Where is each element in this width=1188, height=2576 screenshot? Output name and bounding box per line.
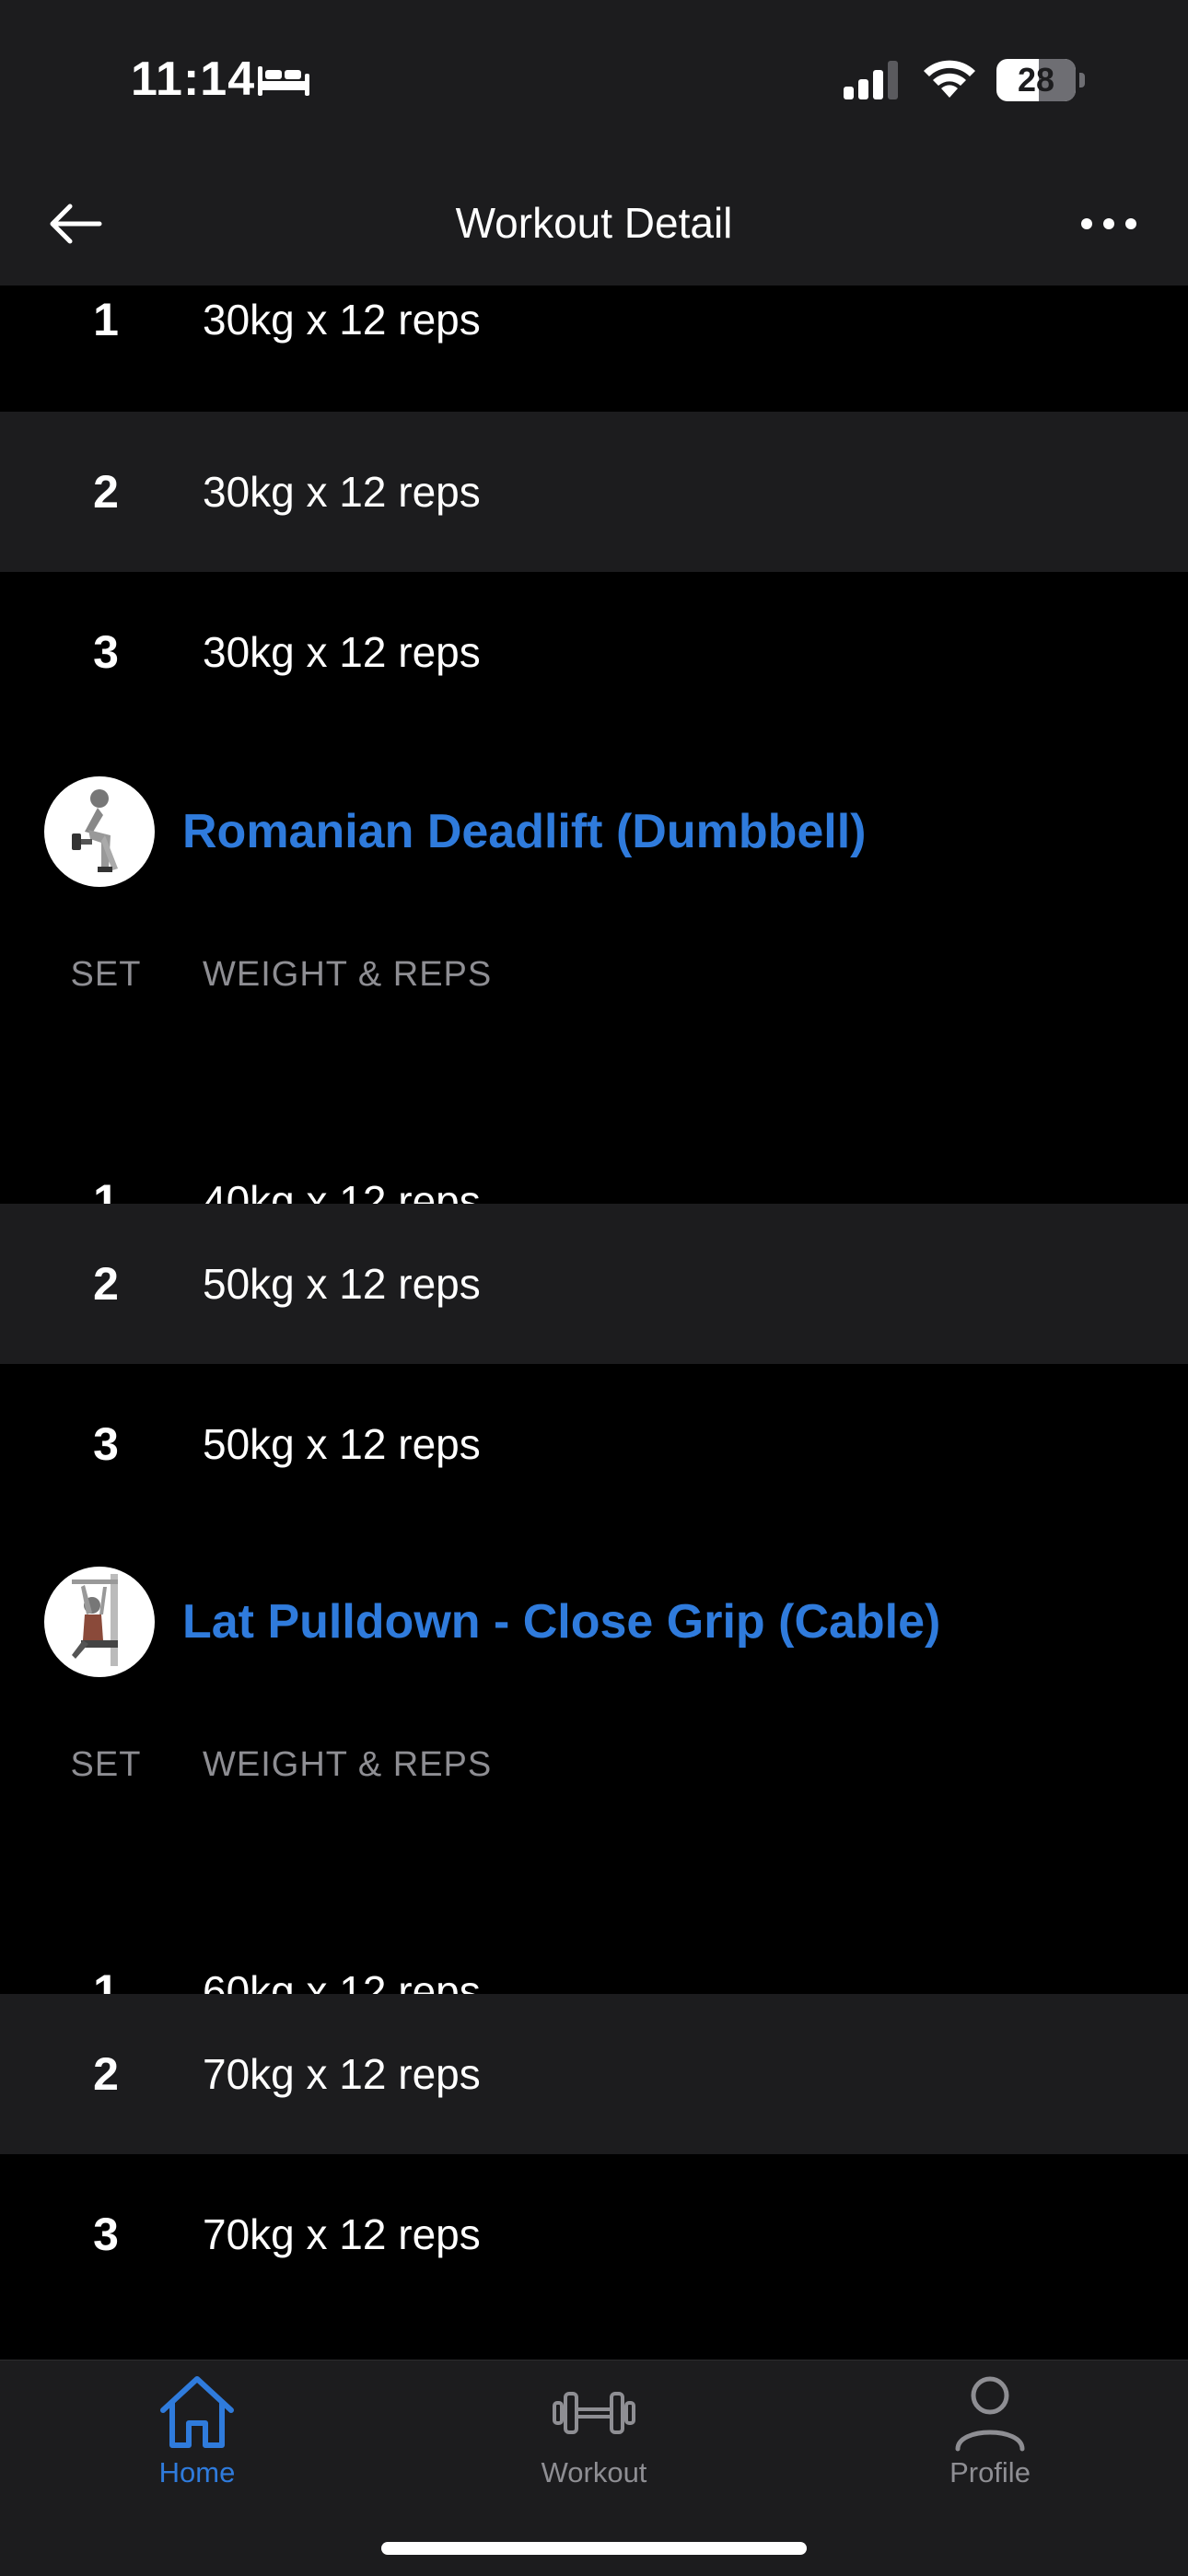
page-title: Workout Detail (455, 199, 733, 247)
set-row: 2 30kg x 12 reps (0, 412, 1188, 572)
column-headers: SET WEIGHT & REPS (0, 1714, 1188, 1815)
set-row: 1 30kg x 12 reps (0, 286, 1188, 400)
set-weight-reps: 70kg x 12 reps (203, 2050, 481, 2098)
deadlift-figure-icon (72, 789, 118, 872)
column-header-set: SET (70, 1745, 142, 1784)
set-number: 2 (93, 2048, 119, 2100)
exercise-header[interactable]: Lat Pulldown - Close Grip (Cable) (0, 1562, 1188, 1682)
tab-profile[interactable]: Profile (852, 2360, 1128, 2508)
set-row: 3 70kg x 12 reps (0, 2154, 1188, 2314)
dumbbell-icon (553, 2392, 635, 2434)
home-icon (160, 2376, 234, 2448)
set-weight-reps: 30kg x 12 reps (203, 468, 481, 516)
person-icon (955, 2376, 1025, 2452)
ellipsis-icon[interactable] (1079, 212, 1138, 236)
navigation-bar: Workout Detail (0, 161, 1188, 286)
tab-label-profile: Profile (949, 2456, 1031, 2489)
set-row: 3 30kg x 12 reps (0, 572, 1188, 732)
set-row: 3 50kg x 12 reps (0, 1364, 1188, 1524)
set-weight-reps: 50kg x 12 reps (203, 1260, 481, 1308)
set-number: 3 (93, 1418, 119, 1470)
tab-home[interactable]: Home (59, 2360, 335, 2508)
column-headers: SET WEIGHT & REPS (0, 924, 1188, 1025)
set-number: 3 (93, 2209, 119, 2260)
tab-workout[interactable]: Workout (456, 2360, 732, 2508)
cellular-signal-icon (844, 61, 898, 99)
set-weight-reps: 70kg x 12 reps (203, 2210, 481, 2258)
battery-level: 28 (1017, 61, 1055, 99)
column-header-weight-reps: WEIGHT & REPS (203, 955, 493, 994)
tab-label-workout: Workout (541, 2456, 647, 2489)
exercise-thumbnail (44, 776, 155, 887)
set-number: 3 (93, 626, 119, 678)
home-indicator[interactable] (381, 2542, 807, 2555)
status-time: 11:14 (131, 52, 256, 106)
set-number: 1 (93, 294, 119, 345)
bed-icon (258, 66, 309, 96)
set-weight-reps: 30kg x 12 reps (203, 296, 481, 344)
battery-icon: 28 (996, 59, 1085, 101)
status-bar: 11:14 28 (0, 0, 1188, 161)
column-header-set: SET (70, 955, 142, 994)
exercise-title[interactable]: Lat Pulldown - Close Grip (Cable) (182, 1562, 940, 1682)
set-number: 2 (93, 1258, 119, 1310)
column-header-weight-reps: WEIGHT & REPS (203, 1745, 493, 1784)
set-row: 2 70kg x 12 reps (0, 1994, 1188, 2154)
set-row: 2 50kg x 12 reps (0, 1204, 1188, 1364)
set-weight-reps: 50kg x 12 reps (203, 1420, 481, 1468)
workout-content[interactable]: 1 30kg x 12 reps 2 30kg x 12 reps 3 30kg… (0, 286, 1188, 2360)
tab-label-home: Home (158, 2456, 236, 2489)
exercise-thumbnail (44, 1567, 155, 1677)
arrow-left-icon[interactable] (48, 203, 103, 245)
set-weight-reps: 30kg x 12 reps (203, 628, 481, 676)
exercise-title[interactable]: Romanian Deadlift (Dumbbell) (182, 772, 866, 892)
wifi-icon (924, 60, 975, 98)
set-number: 2 (93, 466, 119, 518)
exercise-header[interactable]: Romanian Deadlift (Dumbbell) (0, 772, 1188, 892)
lat-pulldown-figure-icon (72, 1574, 118, 1666)
